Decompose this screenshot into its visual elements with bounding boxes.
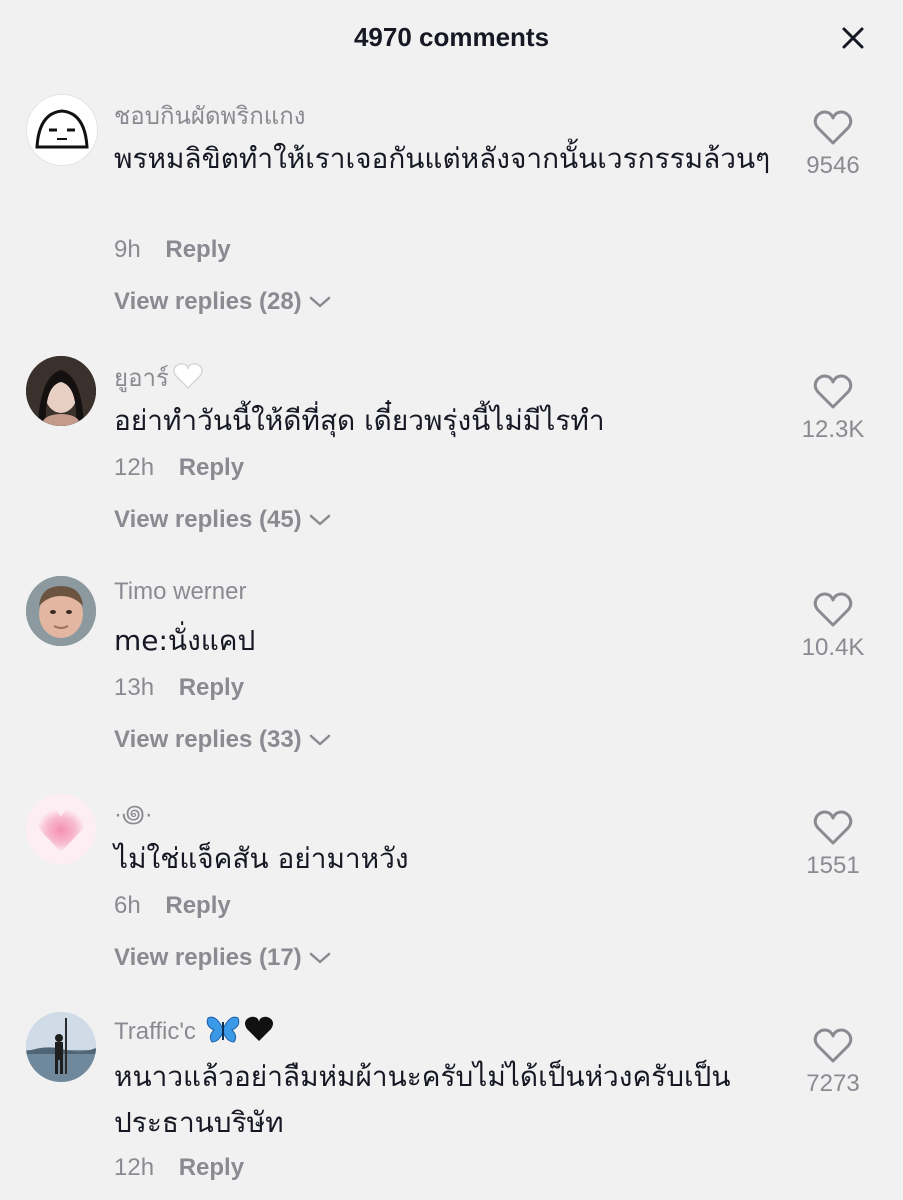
comment-username-text: ยูอาร์ — [114, 365, 169, 392]
close-icon[interactable] — [837, 22, 869, 54]
heart-icon[interactable] — [813, 110, 853, 146]
like-count: 10.4K — [801, 634, 865, 661]
comment-username-text: Traffic'c — [114, 1017, 196, 1045]
chevron-down-icon — [308, 727, 332, 755]
reply-button[interactable]: Reply — [165, 892, 230, 919]
comment-time: 13h — [114, 674, 155, 701]
like-control: 10.4K — [783, 592, 883, 662]
reply-button[interactable]: Reply — [179, 454, 244, 481]
view-replies-button[interactable]: View replies (45) — [114, 506, 332, 535]
comment-username[interactable]: Timo werner — [114, 578, 246, 606]
heart-icon[interactable] — [813, 374, 853, 410]
comment-time: 6h — [114, 892, 141, 919]
comment-text: พรหมลิขิตทำให้เราเจอกันแต่หลังจากนั้นเวร… — [114, 142, 771, 175]
like-count: 7273 — [806, 1070, 860, 1097]
chevron-down-icon — [308, 507, 332, 535]
avatar[interactable] — [26, 94, 98, 166]
comment-meta: 12h Reply — [114, 454, 244, 482]
view-replies-label: View replies (17) — [114, 944, 302, 971]
view-replies-button[interactable]: View replies (17) — [114, 944, 332, 973]
like-count: 12.3K — [801, 416, 865, 443]
view-replies-button[interactable]: View replies (28) — [114, 288, 332, 317]
comment-time: 12h — [114, 454, 155, 481]
heart-icon[interactable] — [813, 1028, 853, 1064]
avatar[interactable] — [26, 576, 96, 646]
comment-username[interactable]: ยูอาร์ — [114, 358, 203, 397]
reply-button[interactable]: Reply — [179, 674, 244, 701]
reply-button[interactable]: Reply — [165, 236, 230, 263]
comment-text: อย่าทำวันนี้ให้ดีที่สุด เดี๋ยวพรุ่งนี้ไม… — [114, 404, 605, 437]
comment-text: ไม่ใช่แจ็คสัน อย่ามาหวัง — [114, 842, 409, 875]
avatar[interactable] — [26, 794, 96, 864]
reply-button[interactable]: Reply — [179, 1154, 244, 1181]
like-count: 1551 — [806, 852, 860, 879]
comment-meta: 6h Reply — [114, 892, 231, 920]
view-replies-label: View replies (28) — [114, 288, 302, 315]
comments-count-title: 4970 comments — [353, 22, 550, 52]
comment-meta: 9h Reply — [114, 236, 231, 264]
comment-username[interactable]: ·꩜· — [114, 796, 153, 831]
comment-time: 9h — [114, 236, 141, 263]
like-count: 9546 — [806, 152, 860, 179]
comment-text: me:นั่งแคป — [114, 624, 256, 657]
like-control: 12.3K — [783, 374, 883, 444]
like-control: 1551 — [783, 810, 883, 880]
comment-time: 12h — [114, 1154, 155, 1181]
black-heart-icon — [244, 1015, 274, 1050]
avatar[interactable] — [26, 356, 96, 426]
comment-username[interactable]: Traffic'c — [114, 1014, 274, 1051]
view-replies-label: View replies (33) — [114, 726, 302, 753]
comment-text: หนาวแล้วอย่าลืมห่มผ้านะครับไม่ได้เป็นห่ว… — [114, 1060, 731, 1139]
comments-header: 4970 comments — [0, 0, 903, 74]
comment-username[interactable]: ชอบกินผัดพริกแกง — [114, 96, 305, 135]
view-replies-label: View replies (45) — [114, 506, 302, 533]
avatar[interactable] — [26, 1012, 96, 1082]
like-control: 7273 — [783, 1028, 883, 1098]
like-control: 9546 — [783, 110, 883, 180]
butterfly-icon — [206, 1014, 240, 1051]
comment-meta: 12h Reply — [114, 1154, 244, 1182]
chevron-down-icon — [308, 945, 332, 973]
white-heart-icon — [173, 362, 203, 397]
comment-meta: 13h Reply — [114, 674, 244, 702]
heart-icon[interactable] — [813, 592, 853, 628]
view-replies-button[interactable]: View replies (33) — [114, 726, 332, 755]
heart-icon[interactable] — [813, 810, 853, 846]
chevron-down-icon — [308, 289, 332, 317]
